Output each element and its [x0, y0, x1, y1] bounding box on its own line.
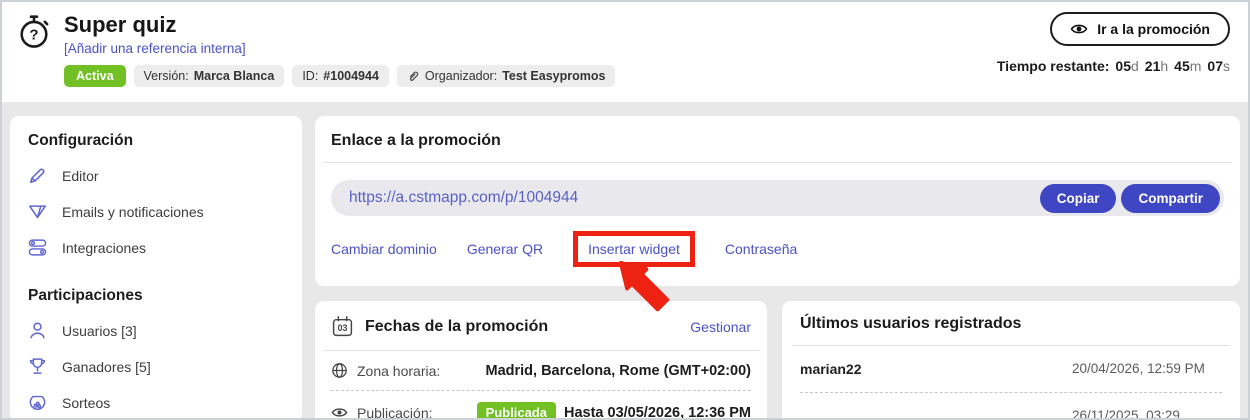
- latest-users-card: Últimos usuarios registrados marian22 20…: [782, 301, 1240, 420]
- pencil-icon: [29, 168, 45, 184]
- time-days: 05d: [1115, 58, 1139, 74]
- content-area: Configuración Editor Emails y notificaci…: [2, 102, 1248, 420]
- raffle-bowl-icon: [29, 395, 46, 411]
- go-to-promotion-button[interactable]: Ir a la promoción: [1050, 12, 1230, 46]
- app-window: ? Super quiz [Añadir una referencia inte…: [0, 0, 1250, 420]
- manage-dates-link[interactable]: Gestionar: [690, 319, 751, 335]
- sidebar-item-integraciones[interactable]: Integraciones: [28, 238, 284, 257]
- time-remaining: Tiempo restante: 05d 21h 45m 07s: [996, 58, 1230, 74]
- share-button[interactable]: Compartir: [1121, 183, 1220, 213]
- time-minutes: 45m: [1174, 58, 1202, 74]
- sidebar-heading: Configuración: [28, 132, 134, 149]
- publication-row: Publicación: Publicada Hasta 03/05/2026,…: [331, 391, 751, 420]
- trophy-icon: [29, 358, 46, 374]
- promotion-url-bar[interactable]: https://a.cstmapp.com/p/1004944 Copiar C…: [331, 180, 1224, 216]
- quiz-stopwatch-icon: ?: [20, 15, 49, 48]
- user-row: 26/11/2025, 03:29: [800, 393, 1222, 420]
- dates-card-header: 03 Fechas de la promoción Gestionar: [331, 315, 751, 338]
- time-seconds: 07s: [1207, 58, 1230, 74]
- organizer-badge: Organizador: Test Easypromos: [396, 65, 616, 87]
- status-badge: Activa: [64, 65, 126, 87]
- link-card-title: Enlace a la promoción: [331, 132, 501, 149]
- promotion-header: ? Super quiz [Añadir una referencia inte…: [2, 2, 1248, 102]
- sidebar-section-configuracion: Configuración Editor Emails y notificaci…: [28, 132, 284, 257]
- toggles-icon: [28, 239, 47, 256]
- paper-plane-icon: [29, 205, 46, 219]
- change-domain-link[interactable]: Cambiar dominio: [331, 241, 437, 257]
- user-row: marian22 20/04/2026, 12:59 PM: [800, 346, 1222, 392]
- link-actions-row: Cambiar dominio Generar QR Insertar widg…: [331, 230, 1224, 268]
- sidebar-item-ganadores[interactable]: Ganadores [5]: [28, 357, 284, 376]
- username: marian22: [800, 361, 862, 377]
- main-column: Enlace a la promoción https://a.cstmapp.…: [315, 116, 1240, 420]
- promotion-dates-card: 03 Fechas de la promoción Gestionar Zona…: [315, 301, 767, 420]
- eye-icon: [1070, 24, 1088, 34]
- svg-text:03: 03: [338, 323, 348, 333]
- promotion-badges: Activa Versión: Marca Blanca ID: #100494…: [64, 65, 616, 87]
- sidebar-heading: Participaciones: [28, 287, 143, 304]
- svg-text:?: ?: [29, 27, 38, 44]
- publication-value: Hasta 03/05/2026, 12:36 PM: [563, 404, 751, 420]
- lower-cards-row: 03 Fechas de la promoción Gestionar Zona…: [315, 301, 1240, 420]
- publication-label: Publicación:: [357, 404, 433, 420]
- version-badge: Versión: Marca Blanca: [133, 65, 285, 87]
- globe-icon: [332, 363, 347, 378]
- sidebar-item-sorteos[interactable]: Sorteos: [28, 393, 284, 412]
- promotion-url[interactable]: https://a.cstmapp.com/p/1004944: [349, 189, 578, 207]
- sidebar-item-editor[interactable]: Editor: [28, 166, 284, 185]
- registration-date: 20/04/2026, 12:59 PM: [1072, 360, 1205, 376]
- registration-date: 26/11/2025, 03:29: [1072, 407, 1180, 420]
- promotion-identity: ? Super quiz [Añadir una referencia inte…: [16, 12, 616, 90]
- sidebar-item-emails[interactable]: Emails y notificaciones: [28, 202, 284, 221]
- published-badge: Publicada: [476, 402, 556, 418]
- generate-qr-link[interactable]: Generar QR: [467, 241, 543, 257]
- paperclip-icon: [409, 71, 419, 81]
- timezone-row: Zona horaria: Madrid, Barcelona, Rome (G…: [331, 351, 751, 390]
- sidebar: Configuración Editor Emails y notificaci…: [10, 116, 302, 418]
- copy-button[interactable]: Copiar: [1039, 183, 1117, 213]
- calendar-icon: 03: [332, 316, 353, 337]
- users-card-title: Últimos usuarios registrados: [800, 315, 1022, 332]
- insert-widget-link-highlighted[interactable]: Insertar widget: [573, 231, 695, 267]
- password-link[interactable]: Contraseña: [725, 241, 797, 257]
- eye-icon: [331, 408, 348, 417]
- sidebar-section-participaciones: Participaciones Usuarios [3] Ganadores […: [28, 287, 284, 418]
- user-icon: [30, 322, 45, 339]
- promotion-link-card: Enlace a la promoción https://a.cstmapp.…: [315, 116, 1240, 286]
- timezone-value: Madrid, Barcelona, Rome (GMT+02:00): [485, 362, 752, 379]
- dates-card-title: Fechas de la promoción: [365, 317, 549, 335]
- id-badge: ID: #1004944: [292, 65, 389, 87]
- time-hours: 21h: [1144, 58, 1169, 74]
- timezone-label: Zona horaria:: [357, 362, 441, 379]
- add-internal-reference-link[interactable]: [Añadir una referencia interna]: [64, 41, 615, 56]
- page-title: Super quiz: [64, 12, 177, 37]
- sidebar-item-usuarios[interactable]: Usuarios [3]: [28, 321, 284, 340]
- divider: [323, 162, 1232, 163]
- header-actions: Ir a la promoción Tiempo restante: 05d 2…: [997, 12, 1230, 90]
